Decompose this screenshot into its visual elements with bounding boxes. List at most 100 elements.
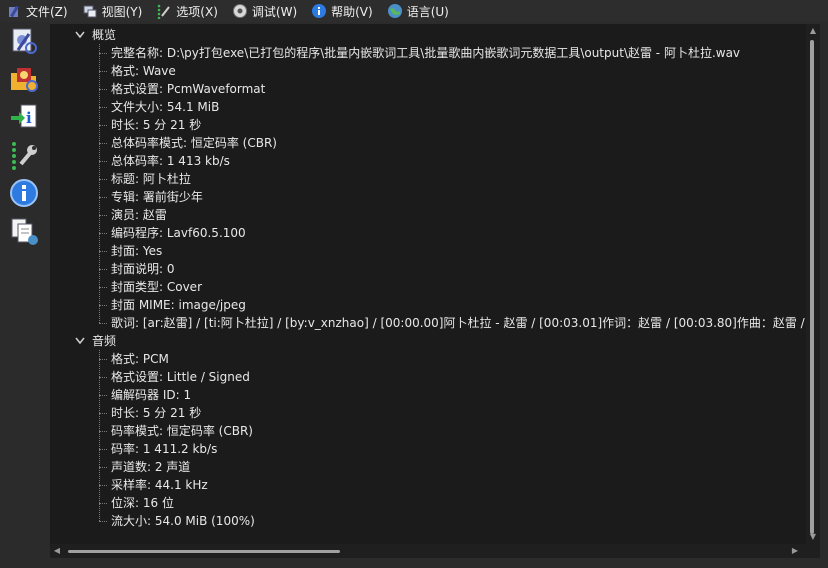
tree-item-general[interactable]: 时长: 5 分 21 秒	[111, 116, 201, 134]
view-icon	[82, 3, 98, 19]
export-button[interactable]: i	[8, 102, 40, 134]
tree-guide-branch	[99, 107, 107, 108]
copy-icon	[9, 216, 39, 249]
tree-item-general[interactable]: 封面类型: Cover	[111, 278, 202, 296]
horizontal-scroll-thumb[interactable]	[68, 550, 340, 553]
tree-item-audio[interactable]: 声道数: 2 声道	[111, 458, 190, 476]
tree-guide-branch	[99, 125, 107, 126]
tree-guide-branch	[99, 323, 107, 324]
scroll-up-icon[interactable]: ▲	[808, 26, 818, 36]
tree-guide-branch	[99, 305, 107, 306]
tree-guide-branch	[99, 215, 107, 216]
menu-view-label: 视图(Y)	[101, 4, 143, 19]
tree-item-audio[interactable]: 码率模式: 恒定码率 (CBR)	[111, 422, 253, 440]
tree-item-audio[interactable]: 时长: 5 分 21 秒	[111, 404, 201, 422]
tree-item-audio[interactable]: 格式设置: Little / Signed	[111, 368, 250, 386]
menu-help[interactable]: 帮助(V)	[305, 0, 381, 22]
open-file-button[interactable]	[8, 26, 40, 58]
tree-guide-branch	[99, 467, 107, 468]
menu-file-label: 文件(Z)	[26, 4, 68, 19]
tree-item-general[interactable]: 封面 MIME: image/jpeg	[111, 296, 246, 314]
tree-guide-branch	[99, 449, 107, 450]
horizontal-scrollbar[interactable]: ◀ ▶	[50, 544, 806, 558]
tree-item-general[interactable]: 编码程序: Lavf60.5.100	[111, 224, 246, 242]
tree-guide-branch	[99, 287, 107, 288]
tree-guide-branch	[99, 161, 107, 162]
language-icon	[387, 3, 403, 19]
tree-guide-branch	[99, 413, 107, 414]
menu-language-label: 语言(U)	[406, 4, 449, 19]
options-icon	[156, 3, 172, 19]
tree-item-general[interactable]: 文件大小: 54.1 MiB	[111, 98, 219, 116]
tree-guide-branch	[99, 197, 107, 198]
scroll-left-icon[interactable]: ◀	[52, 546, 62, 556]
tree-guide-branch	[99, 521, 107, 522]
left-toolbar: i	[0, 22, 48, 568]
tree-item-general[interactable]: 封面说明: 0	[111, 260, 175, 278]
open-folder-icon	[9, 64, 39, 97]
tree-item-general[interactable]: 总体码率模式: 恒定码率 (CBR)	[111, 134, 277, 152]
preferences-button[interactable]	[8, 140, 40, 172]
tree-item-general[interactable]: 封面: Yes	[111, 242, 162, 260]
debug-icon	[232, 3, 248, 19]
open-folder-button[interactable]	[8, 64, 40, 96]
menu-options-label: 选项(X)	[176, 4, 218, 19]
tree-guide-branch	[99, 53, 107, 54]
tree-item-general[interactable]: 格式设置: PcmWaveformat	[111, 80, 265, 98]
copy-button[interactable]	[8, 216, 40, 248]
vertical-scroll-thumb[interactable]	[810, 40, 814, 534]
scroll-down-icon[interactable]: ▼	[808, 532, 818, 542]
tree-guide-branch	[99, 251, 107, 252]
tree-item-general[interactable]: 专辑: 署前街少年	[111, 188, 203, 206]
tree-item-general[interactable]: 演员: 赵雷	[111, 206, 167, 224]
tree-guide-branch	[99, 269, 107, 270]
wrench-icon	[9, 140, 39, 173]
menu-view[interactable]: 视图(Y)	[76, 0, 151, 22]
tree-guide-branch	[99, 179, 107, 180]
tree-item-audio[interactable]: 采样率: 44.1 kHz	[111, 476, 208, 494]
menu-debug-label: 调试(W)	[251, 4, 298, 19]
tree-item-general[interactable]: 标题: 阿卜杜拉	[111, 170, 191, 188]
open-file-icon	[9, 26, 39, 59]
tree-section-general[interactable]: 概览	[92, 26, 116, 44]
info-tree-panel: 概览 完整名称: D:\py打包exe\已打包的程序\批量内嵌歌词工具\批量歌曲内…	[50, 24, 808, 544]
tree-section-audio[interactable]: 音频	[92, 332, 116, 350]
tree-guide-line	[99, 350, 100, 521]
tree-toggle-audio[interactable]	[74, 332, 86, 350]
info-icon	[9, 178, 39, 211]
menu-language[interactable]: 语言(U)	[381, 0, 457, 22]
info-tree: 概览 完整名称: D:\py打包exe\已打包的程序\批量内嵌歌词工具\批量歌曲内…	[50, 24, 806, 544]
scroll-right-icon[interactable]: ▶	[790, 546, 800, 556]
tree-item-general[interactable]: 歌词: [ar:赵雷] / [ti:阿卜杜拉] / [by:v_xnzhao] …	[111, 314, 806, 332]
scrollbar-corner	[806, 544, 820, 558]
tree-item-audio[interactable]: 流大小: 54.0 MiB (100%)	[111, 512, 255, 530]
tree-guide-branch	[99, 359, 107, 360]
chevron-down-icon	[75, 337, 85, 345]
tree-guide-branch	[99, 143, 107, 144]
vertical-scrollbar[interactable]: ▲ ▼	[806, 24, 820, 544]
tree-item-audio[interactable]: 位深: 16 位	[111, 494, 174, 512]
tree-guide-line	[99, 44, 100, 323]
about-button[interactable]	[8, 178, 40, 210]
tree-item-audio[interactable]: 编解码器 ID: 1	[111, 386, 191, 404]
chevron-down-icon	[75, 31, 85, 39]
tree-item-general[interactable]: 格式: Wave	[111, 62, 176, 80]
menu-debug[interactable]: 调试(W)	[226, 0, 305, 22]
tree-item-general[interactable]: 总体码率: 1 413 kb/s	[111, 152, 230, 170]
export-icon: i	[9, 102, 39, 135]
menu-file[interactable]: 文件(Z)	[0, 0, 76, 22]
menu-help-label: 帮助(V)	[331, 4, 373, 19]
tree-item-general[interactable]: 完整名称: D:\py打包exe\已打包的程序\批量内嵌歌词工具\批量歌曲内嵌歌…	[111, 44, 740, 62]
tree-item-audio[interactable]: 格式: PCM	[111, 350, 169, 368]
help-icon	[311, 3, 327, 19]
tree-toggle-general[interactable]	[74, 26, 86, 44]
tree-guide-branch	[99, 233, 107, 234]
tree-guide-branch	[99, 395, 107, 396]
file-icon	[6, 3, 22, 19]
tree-guide-branch	[99, 71, 107, 72]
tree-guide-branch	[99, 377, 107, 378]
menu-options[interactable]: 选项(X)	[150, 0, 226, 22]
tree-guide-branch	[99, 431, 107, 432]
tree-guide-branch	[99, 89, 107, 90]
tree-item-audio[interactable]: 码率: 1 411.2 kb/s	[111, 440, 217, 458]
